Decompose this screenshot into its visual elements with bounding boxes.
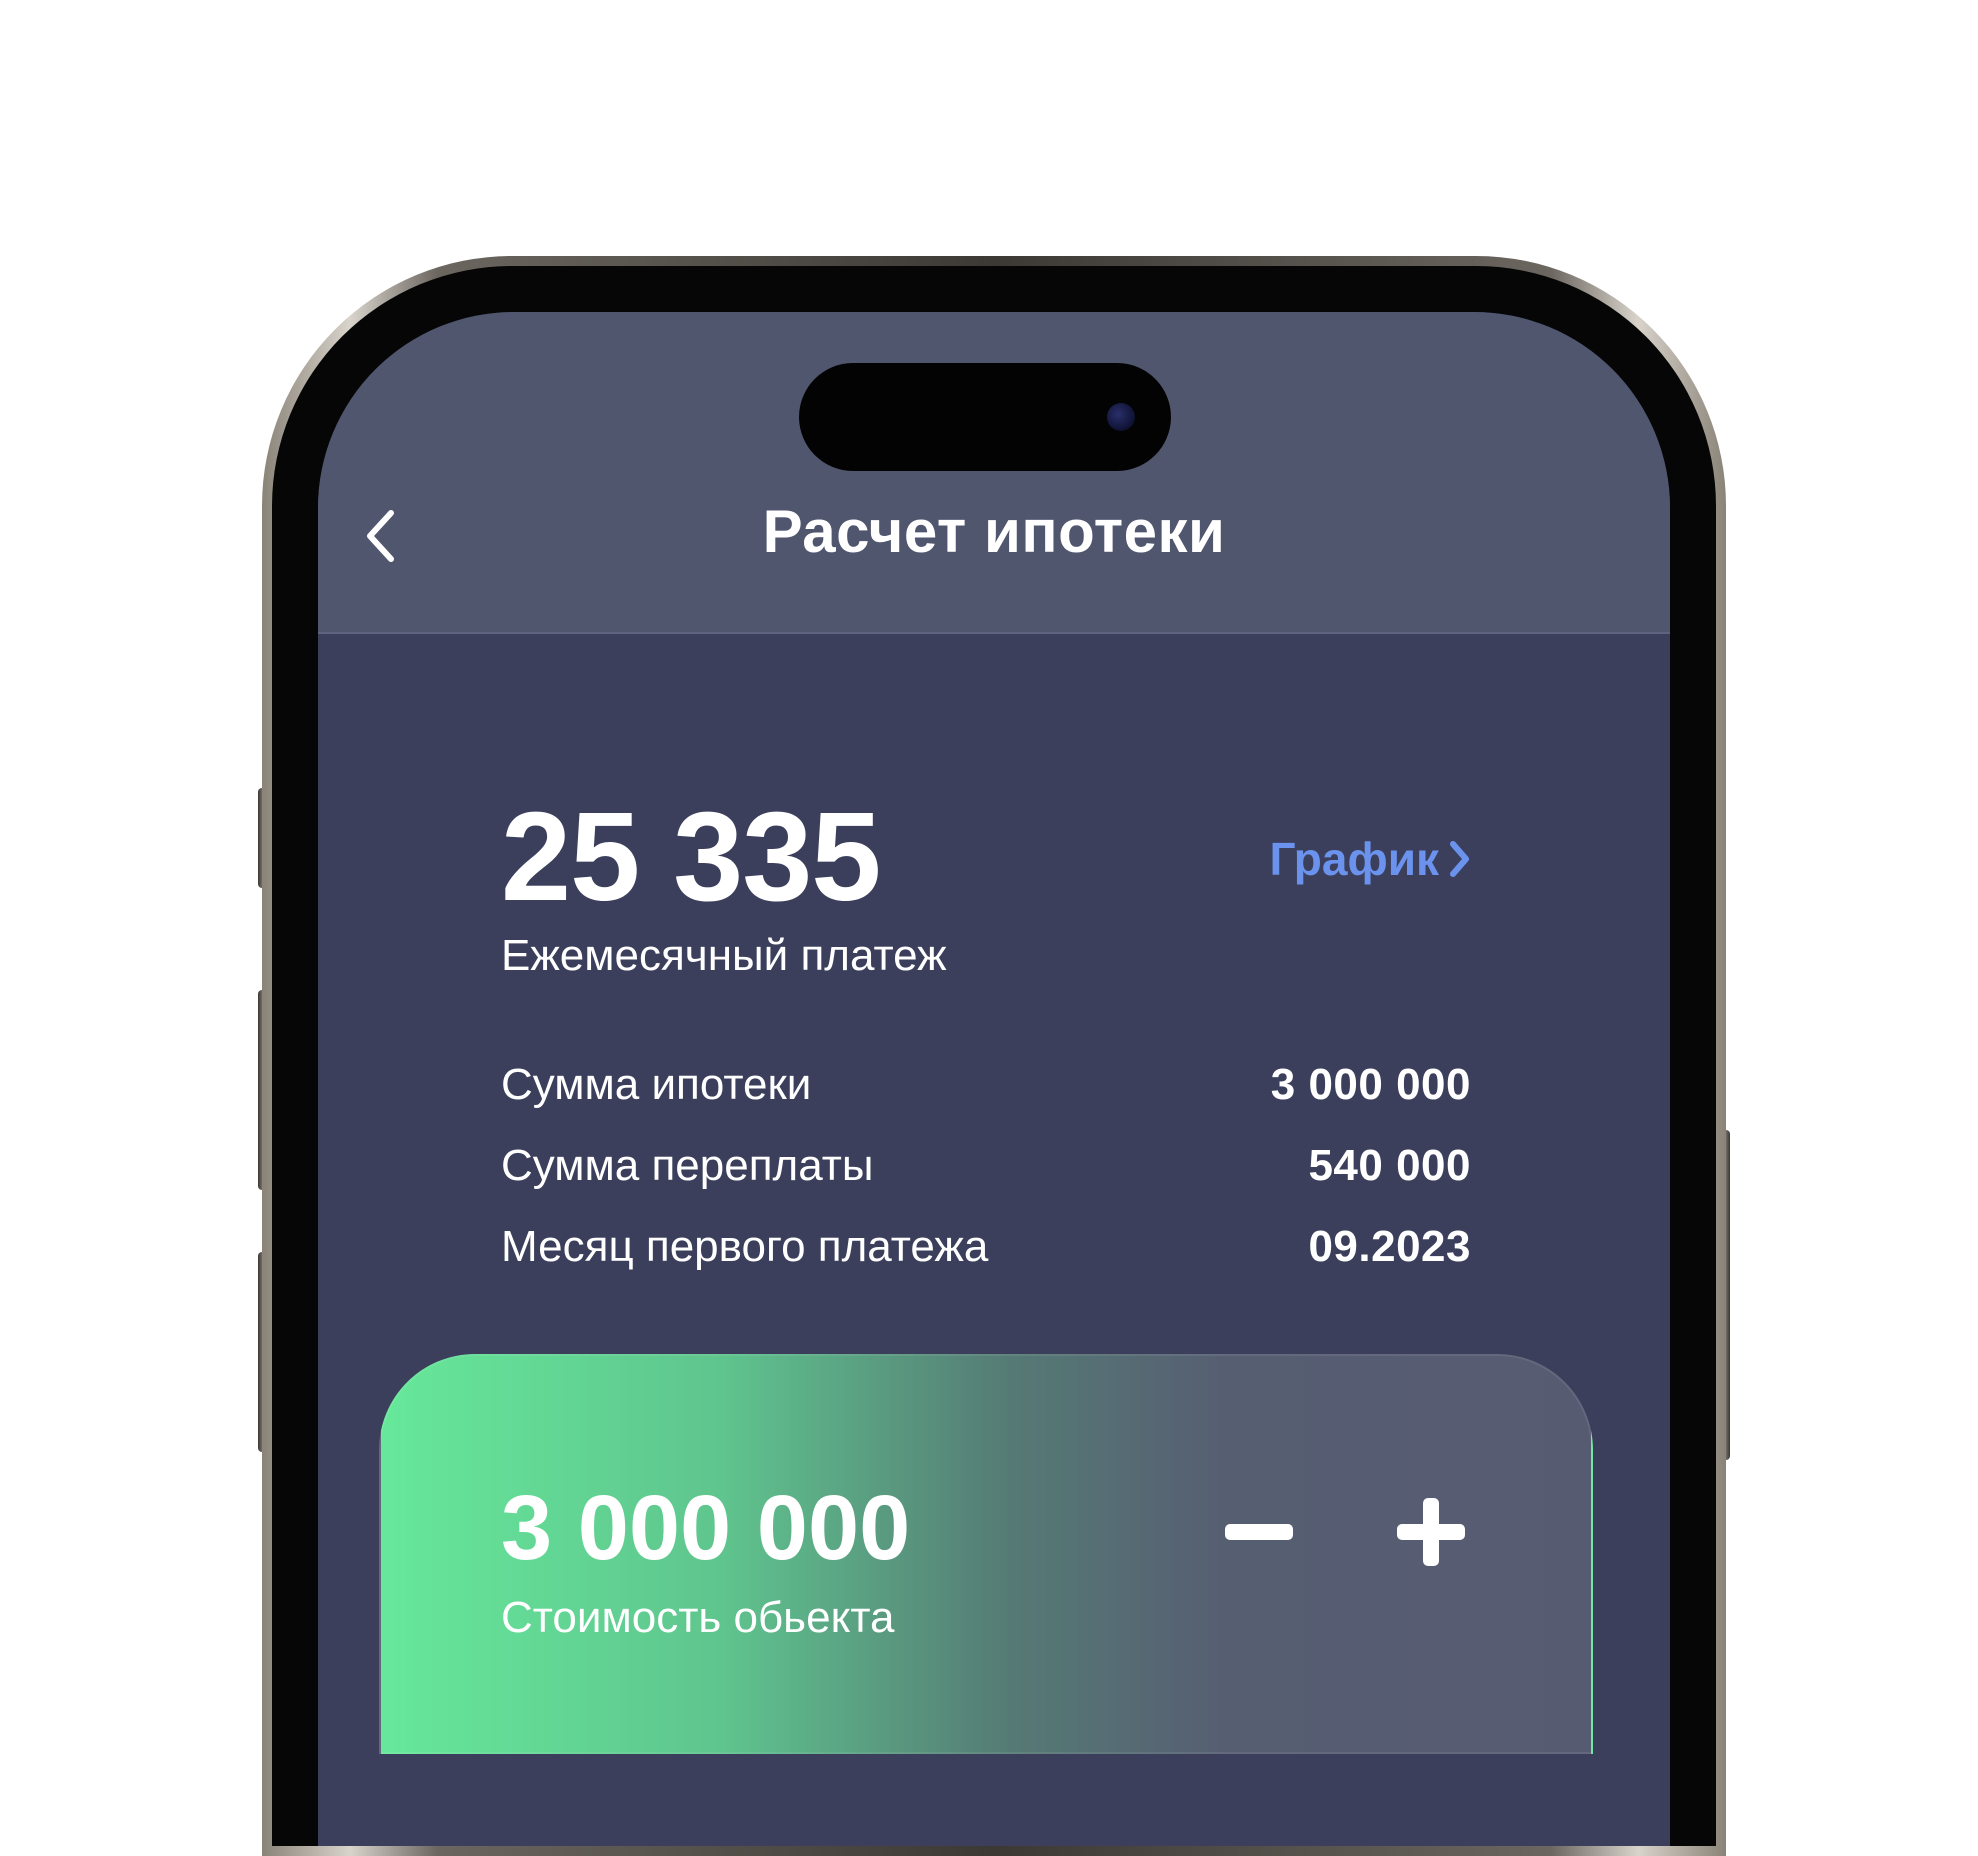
page-title: Расчет ипотеки xyxy=(762,498,1226,565)
stat-label: Месяц первого платежа xyxy=(501,1221,989,1271)
decrement-button[interactable] xyxy=(1219,1492,1299,1572)
stat-value: 09.2023 xyxy=(1308,1221,1471,1271)
property-price-value: 3 000 000 xyxy=(501,1477,911,1579)
plus-icon xyxy=(1397,1498,1465,1566)
minus-icon xyxy=(1225,1524,1293,1540)
phone-bezel: Расчет ипотеки 25 335 Ежемесячный платеж… xyxy=(272,266,1716,1846)
payment-summary: 25 335 Ежемесячный платеж График Сумма и… xyxy=(501,792,1471,1287)
stat-row-first-payment-month: Месяц первого платежа 09.2023 xyxy=(501,1206,1471,1287)
schedule-link[interactable]: График xyxy=(1269,832,1471,886)
increment-button[interactable] xyxy=(1391,1492,1471,1572)
app-screen: Расчет ипотеки 25 335 Ежемесячный платеж… xyxy=(318,312,1670,1846)
stat-row-mortgage-amount: Сумма ипотеки 3 000 000 xyxy=(501,1044,1471,1125)
schedule-link-label: График xyxy=(1269,833,1439,885)
stat-row-overpayment: Сумма переплаты 540 000 xyxy=(501,1125,1471,1206)
stat-value: 540 000 xyxy=(1308,1140,1471,1190)
navigation-bar: Расчет ипотеки xyxy=(318,312,1670,634)
monthly-payment-label: Ежемесячный платеж xyxy=(501,931,947,980)
camera-icon xyxy=(1107,403,1135,431)
stat-label: Сумма ипотеки xyxy=(501,1059,812,1109)
phone-frame: Расчет ипотеки 25 335 Ежемесячный платеж… xyxy=(262,256,1726,1856)
chevron-right-icon xyxy=(1450,841,1469,877)
property-price-card: 3 000 000 Стоимость обьекта xyxy=(379,1354,1593,1754)
dynamic-island xyxy=(799,363,1171,471)
property-price-label: Стоимость обьекта xyxy=(501,1593,895,1642)
stat-value: 3 000 000 xyxy=(1270,1059,1471,1109)
stats-list: Сумма ипотеки 3 000 000 Сумма переплаты … xyxy=(501,1044,1471,1287)
stat-label: Сумма переплаты xyxy=(501,1140,874,1190)
